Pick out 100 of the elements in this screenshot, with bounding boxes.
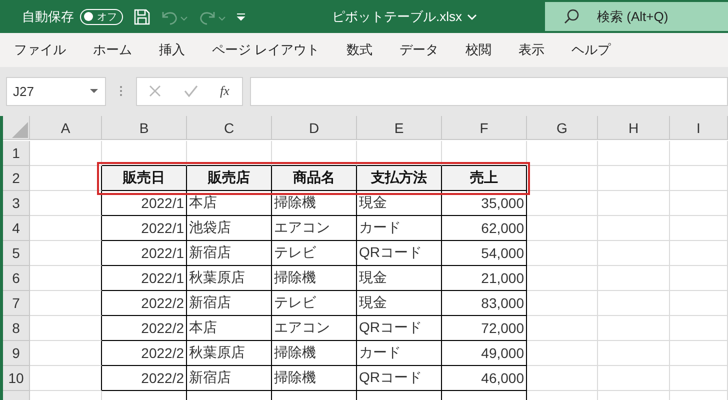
table-cell: 売上 xyxy=(442,166,527,191)
table-cell: 掃除機 xyxy=(272,341,357,366)
grid-cell xyxy=(30,291,102,316)
table-cell: 2022/2 xyxy=(102,366,187,391)
ribbon-tab[interactable]: ページ レイアウト xyxy=(204,41,332,59)
table-cell: テレビ xyxy=(272,241,357,266)
row-header[interactable]: 6 xyxy=(3,266,30,291)
ribbon-tab[interactable]: 挿入 xyxy=(151,41,197,59)
insert-function-button[interactable]: fx xyxy=(220,83,230,99)
grid-cell xyxy=(670,216,728,241)
chevron-down-icon[interactable] xyxy=(466,12,478,22)
grid-cell xyxy=(30,216,102,241)
grid-cell xyxy=(598,141,670,166)
table-cell: 2022/1 xyxy=(102,241,187,266)
grid-cell xyxy=(527,291,598,316)
ribbon-tab[interactable]: データ xyxy=(392,41,451,59)
table-cell: 掃除機 xyxy=(272,366,357,391)
select-all-icon[interactable] xyxy=(11,121,29,139)
ribbon-tab[interactable]: 校閲 xyxy=(458,41,504,59)
row-header[interactable]: 7 xyxy=(3,291,30,316)
grid-cell xyxy=(527,166,598,191)
table-cell: エアコン xyxy=(272,216,357,241)
table-cell: カード xyxy=(357,216,442,241)
table-cell: QRコード xyxy=(357,241,442,266)
grid-cell xyxy=(30,191,102,216)
grid-cell xyxy=(598,216,670,241)
grid-cell xyxy=(30,366,102,391)
grid-cell xyxy=(30,316,102,341)
table-cell: 新宿店 xyxy=(187,241,272,266)
column-header[interactable]: C xyxy=(187,116,272,140)
table-cell: 池袋店 xyxy=(187,216,272,241)
table-cell: 21,000 xyxy=(442,266,527,291)
dropdown-icon[interactable] xyxy=(89,88,99,94)
table-cell: 2022/2 xyxy=(102,316,187,341)
grid-cell xyxy=(670,241,728,266)
column-header[interactable]: H xyxy=(598,116,670,140)
name-box[interactable]: J27 xyxy=(6,76,106,106)
grid-cell xyxy=(598,366,670,391)
grid-cell xyxy=(670,366,728,391)
save-icon[interactable] xyxy=(133,8,151,26)
row-header[interactable]: 4 xyxy=(3,216,30,241)
table-cell: 現金 xyxy=(357,266,442,291)
ribbon-tab[interactable]: ファイル xyxy=(6,41,78,59)
ribbon-tab[interactable]: ヘルプ xyxy=(564,41,623,59)
table-cell: 秋葉原店 xyxy=(187,341,272,366)
table-cell: 支払方法 xyxy=(357,166,442,191)
grid-cell xyxy=(598,341,670,366)
row-header[interactable]: 10 xyxy=(3,366,30,391)
row-header[interactable]: 9 xyxy=(3,341,30,366)
table-cell: 秋葉原店 xyxy=(187,266,272,291)
grip-icon[interactable] xyxy=(119,84,123,98)
column-header[interactable]: A xyxy=(30,116,102,140)
table-cell: テレビ xyxy=(272,291,357,316)
table-cell: 販売日 xyxy=(102,166,187,191)
grid-cell xyxy=(30,241,102,266)
column-header[interactable]: I xyxy=(670,116,728,140)
grid-cell xyxy=(527,241,598,266)
autosave-toggle[interactable]: オフ xyxy=(80,8,123,24)
table-cell: 販売店 xyxy=(187,166,272,191)
grid-cell xyxy=(670,316,728,341)
file-name[interactable]: ピボットテーブル.xlsx xyxy=(255,8,545,26)
customize-icon[interactable] xyxy=(235,10,247,22)
table-cell: 新宿店 xyxy=(187,291,272,316)
row-header[interactable]: 3 xyxy=(3,191,30,216)
table-cell: QRコード xyxy=(357,366,442,391)
grid-cell xyxy=(670,341,728,366)
table-cell: 83,000 xyxy=(442,291,527,316)
grid-cell xyxy=(527,216,598,241)
grid-cell xyxy=(527,141,598,166)
table-cell: 本店 xyxy=(187,191,272,216)
search-field[interactable]: 検索 (Alt+Q) xyxy=(545,2,728,31)
grid-cell xyxy=(527,366,598,391)
table-cell: QRコード xyxy=(357,316,442,341)
column-header[interactable]: F xyxy=(442,116,527,140)
grid-cell xyxy=(30,141,102,166)
table-cell: 62,000 xyxy=(442,216,527,241)
ribbon-tab[interactable]: ホーム xyxy=(85,41,144,59)
row-header[interactable]: 1 xyxy=(3,141,30,166)
column-header[interactable]: G xyxy=(527,116,598,140)
column-header[interactable]: E xyxy=(357,116,442,140)
ribbon-tab[interactable]: 数式 xyxy=(338,41,385,59)
row-header[interactable]: 8 xyxy=(3,316,30,341)
table-cell: 現金 xyxy=(357,191,442,216)
formula-input[interactable] xyxy=(250,76,728,106)
column-header[interactable]: B xyxy=(102,116,187,140)
grid-cell xyxy=(30,341,102,366)
table-cell: 掃除機 xyxy=(272,191,357,216)
autosave-label: 自動保存 xyxy=(22,8,74,26)
table-cell: 54,000 xyxy=(442,241,527,266)
column-header[interactable]: D xyxy=(272,116,357,140)
grid-cell xyxy=(670,166,728,191)
table-cell: 2022/1 xyxy=(102,266,187,291)
grid-cell xyxy=(598,191,670,216)
grid-cell xyxy=(598,316,670,341)
table-cell: カード xyxy=(357,341,442,366)
grid-cell xyxy=(670,266,728,291)
grid-cell xyxy=(527,266,598,291)
row-header[interactable]: 2 xyxy=(3,166,30,191)
ribbon-tab[interactable]: 表示 xyxy=(510,41,557,59)
row-header[interactable]: 5 xyxy=(3,241,30,266)
